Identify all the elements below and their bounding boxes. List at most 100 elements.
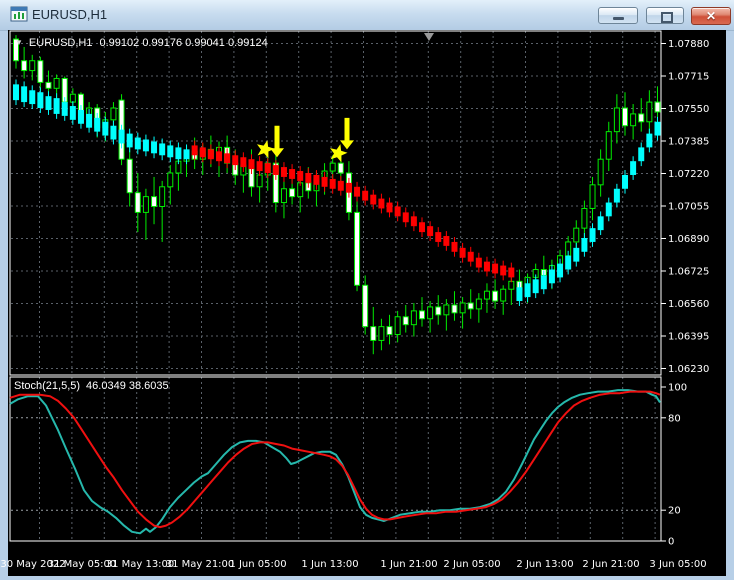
trend-candle-body — [256, 161, 263, 172]
trend-candle-body — [548, 269, 555, 284]
trend-candle-body — [581, 238, 588, 252]
candle-body — [37, 60, 44, 83]
trend-candle-body — [540, 275, 547, 290]
candle-body — [126, 158, 133, 194]
candle-body — [142, 196, 149, 213]
time-axis-label: 2 Jun 05:00 — [443, 559, 500, 570]
trend-candle-body — [280, 167, 287, 177]
trend-candle-body — [443, 236, 450, 246]
trend-candle-body — [207, 149, 214, 160]
candle-body — [638, 113, 645, 123]
trend-candle-body — [289, 169, 296, 179]
trend-candle-body — [492, 263, 499, 274]
trend-candle-body — [573, 247, 580, 262]
time-axis-label: 1 Jun 13:00 — [301, 559, 358, 570]
trend-candle-body — [126, 133, 133, 148]
trend-candle-body — [45, 96, 52, 110]
trend-candle-body — [378, 198, 385, 209]
candle-body — [29, 60, 36, 72]
trend-candle-body — [410, 216, 417, 227]
candle-body — [581, 207, 588, 229]
trend-candle-body — [427, 226, 434, 237]
trend-candle-body — [597, 216, 604, 231]
candle-body — [370, 326, 377, 341]
trend-candle-body — [605, 202, 612, 217]
candle-body — [45, 81, 52, 89]
trend-candle-body — [167, 145, 174, 158]
trend-candle-body — [483, 261, 490, 272]
candle-body — [589, 184, 596, 209]
candle-body — [427, 306, 434, 320]
stochastic-signal-line — [9, 390, 661, 529]
stoch-tick-label: 80 — [668, 413, 681, 424]
trend-candle-body — [264, 163, 271, 174]
trend-candle-body — [451, 241, 458, 252]
trend-candle-body — [394, 206, 401, 217]
candle-body — [451, 304, 458, 314]
chart-shift-marker-icon — [424, 33, 434, 41]
trend-candle-body — [354, 186, 361, 197]
trend-candle-body — [524, 283, 531, 298]
candle-body — [337, 162, 344, 174]
price-tick-label: 1.06725 — [668, 267, 709, 278]
trend-candle-body — [77, 109, 84, 124]
candle-body — [256, 174, 263, 188]
trend-candle-body — [638, 147, 645, 162]
stochastic-values: 46.0349 38.6035 — [86, 380, 169, 392]
candle-body — [329, 162, 336, 172]
trend-candle-body — [516, 287, 523, 302]
trend-candle-body — [622, 174, 628, 189]
chart-symbol-period: EURUSD,H1 — [28, 37, 93, 49]
candle-body — [21, 60, 28, 72]
price-tick-label: 1.07385 — [668, 137, 709, 148]
candle-body — [613, 107, 620, 133]
stochastic-header: Stoch(21,5,5) 46.0349 38.6035 — [14, 380, 169, 392]
trend-candle-body — [467, 251, 474, 262]
candle-body — [508, 280, 515, 290]
candle-body — [500, 288, 507, 302]
trend-candle-body — [216, 151, 222, 162]
trend-candle-body — [305, 173, 312, 183]
main-chart-plot[interactable] — [9, 30, 662, 376]
candle-body — [646, 101, 653, 123]
trend-candle-body — [500, 265, 507, 276]
trend-candle-body — [199, 147, 206, 158]
trend-candle-body — [61, 102, 68, 116]
trend-candle-body — [321, 176, 328, 187]
trend-candle-body — [248, 159, 255, 170]
trend-candle-body — [370, 194, 377, 205]
candle-body — [394, 316, 401, 336]
candle-body — [630, 113, 637, 127]
candle-body — [573, 227, 580, 243]
candle-body — [492, 290, 499, 302]
trend-candle-body — [21, 86, 28, 103]
stoch-tick-label: 0 — [668, 537, 674, 548]
trend-candle-body — [435, 232, 442, 242]
candle-body — [167, 172, 174, 188]
price-tick-label: 1.07880 — [668, 39, 709, 50]
trend-candle-body — [508, 267, 515, 278]
trend-candle-body — [94, 117, 101, 132]
trend-candle-body — [151, 141, 158, 154]
trend-candle-body — [419, 222, 425, 233]
trend-candle-body — [646, 133, 653, 148]
trend-candle-body — [272, 165, 279, 175]
price-tick-label: 1.06395 — [668, 332, 709, 343]
price-tick-label: 1.06560 — [668, 299, 709, 310]
trend-candle-body — [565, 255, 572, 270]
candle-body — [467, 302, 474, 310]
candle-body — [435, 306, 442, 316]
candle-body — [378, 326, 385, 341]
trend-candle-body — [118, 129, 125, 144]
trend-candle-body — [297, 171, 304, 181]
candle-body — [386, 326, 393, 336]
candle-body — [475, 298, 482, 310]
candle-body — [280, 188, 287, 204]
price-tick-label: 1.06230 — [668, 364, 709, 375]
time-axis-label: 2 Jun 13:00 — [516, 559, 573, 570]
trend-candle-body — [224, 153, 231, 164]
trend-candle-body — [386, 202, 393, 213]
trend-candle-body — [102, 121, 109, 136]
candle-body — [151, 196, 158, 207]
trend-candle-body — [240, 157, 247, 168]
